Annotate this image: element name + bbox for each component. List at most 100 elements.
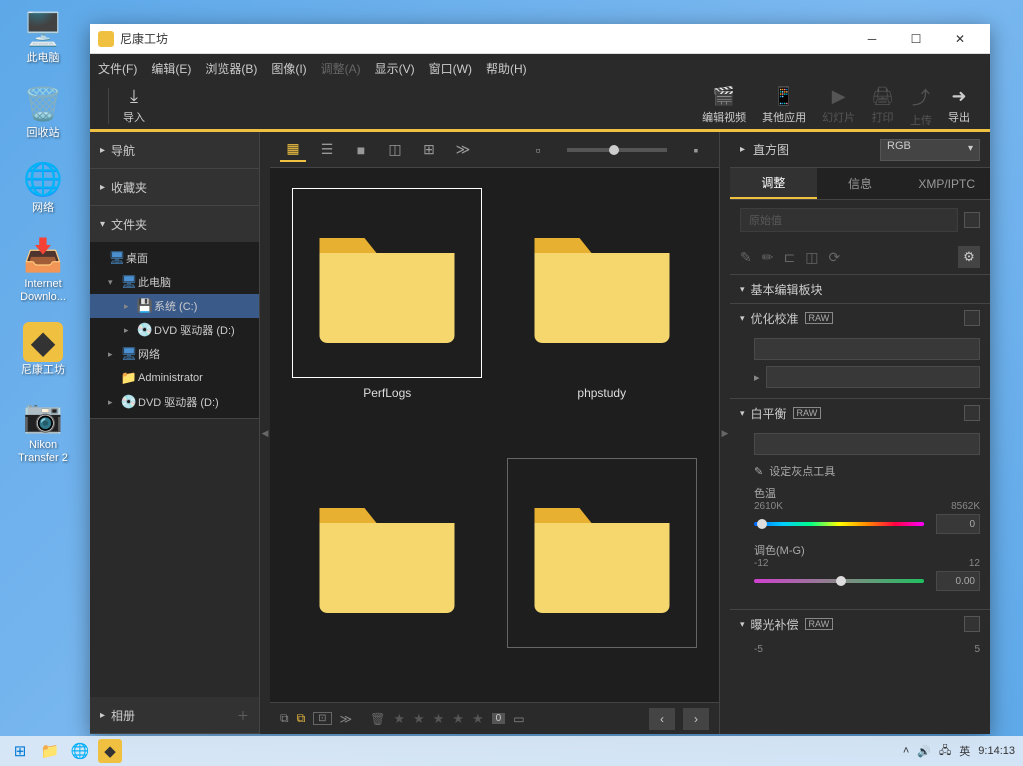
more-views-button[interactable]: ≫	[450, 138, 476, 162]
slideshow-button[interactable]: ▶幻灯片	[814, 84, 863, 127]
slider-handle[interactable]	[836, 576, 846, 586]
print-button[interactable]: 🖨打印	[863, 84, 902, 127]
menu-window[interactable]: 窗口(W)	[429, 60, 472, 77]
exp-checkbox[interactable]	[964, 616, 980, 632]
menu-view[interactable]: 显示(V)	[375, 60, 415, 77]
next-button[interactable]: ›	[683, 708, 709, 730]
desktop-icon-nikon-transfer[interactable]: 📷Nikon Transfer 2	[8, 395, 78, 465]
menu-help[interactable]: 帮助(H)	[486, 60, 527, 77]
stack-icon[interactable]: ⧉	[280, 711, 289, 726]
tint-slider[interactable]	[754, 579, 924, 583]
clock[interactable]: 9:14:13	[978, 745, 1015, 757]
edge-icon[interactable]: 🌐	[68, 739, 92, 763]
maximize-button[interactable]: ☐	[894, 24, 938, 54]
settings-button[interactable]: ⚙	[958, 246, 980, 268]
exposure-header[interactable]: ▾ 曝光补偿 RAW	[730, 610, 990, 638]
tree-desktop[interactable]: 🖥桌面	[90, 246, 259, 270]
expand-icon[interactable]: ▸	[124, 301, 136, 312]
perspective-icon[interactable]: ◫	[805, 249, 818, 266]
expand-icon[interactable]: ▸	[124, 325, 136, 336]
grid-view-button[interactable]: ▦	[280, 138, 306, 162]
tree-network[interactable]: ▸🖥网络	[90, 342, 259, 366]
menu-browser[interactable]: 浏览器(B)	[205, 60, 257, 77]
desktop-icon-network[interactable]: 🌐网络	[8, 158, 78, 215]
more-button[interactable]: ≫	[340, 712, 353, 726]
start-button[interactable]: ⊞	[8, 739, 32, 763]
star-icon[interactable]: ★	[393, 711, 405, 727]
folder-item[interactable]	[505, 458, 700, 688]
gray-point-row[interactable]: ✎设定灰点工具	[754, 463, 980, 479]
original-value-select[interactable]: 原始值	[740, 208, 958, 232]
zoom-out-button[interactable]: ▫	[525, 138, 551, 162]
slider-handle[interactable]	[757, 519, 767, 529]
stack-active-icon[interactable]: ⧉	[297, 711, 306, 726]
nav-header[interactable]: ▸导航	[90, 132, 259, 168]
play-icon[interactable]: ▸	[754, 371, 760, 384]
tray-chevron-icon[interactable]: ˄	[903, 745, 909, 757]
ime-indicator[interactable]: 英	[959, 743, 970, 759]
other-apps-button[interactable]: 📱其他应用	[754, 84, 814, 127]
titlebar[interactable]: 尼康工坊 ─ ☐ ✕	[90, 24, 990, 54]
tree-administrator[interactable]: 📁Administrator	[90, 366, 259, 390]
favorites-header[interactable]: ▸收藏夹	[90, 169, 259, 205]
expand-icon[interactable]: ▾	[108, 277, 120, 288]
folder-perflogs[interactable]: PerfLogs	[290, 188, 485, 418]
single-view-button[interactable]: ■	[348, 138, 374, 162]
menu-edit[interactable]: 编辑(E)	[151, 60, 191, 77]
tab-xmp[interactable]: XMP/IPTC	[903, 168, 990, 199]
tree-drive-c[interactable]: ▸💾系统 (C:)	[90, 294, 259, 318]
zoom-slider[interactable]	[567, 148, 667, 152]
desktop-icon-this-pc[interactable]: 🖥️此电脑	[8, 8, 78, 65]
folders-header[interactable]: ▾文件夹	[90, 206, 259, 242]
albums-header[interactable]: ▸相册＋	[90, 697, 259, 733]
tree-this-pc[interactable]: ▾🖥此电脑	[90, 270, 259, 294]
close-button[interactable]: ✕	[938, 24, 982, 54]
edit-video-button[interactable]: 🎬编辑视频	[694, 84, 754, 127]
basic-edit-header[interactable]: ▾ 基本编辑板块	[730, 275, 990, 303]
label-icon[interactable]: ▭	[513, 712, 524, 726]
opt-cal-checkbox[interactable]	[964, 310, 980, 326]
expand-icon[interactable]: ▸	[108, 349, 120, 360]
trash-icon[interactable]: 🗑	[370, 712, 385, 726]
wb-header[interactable]: ▾ 白平衡 RAW	[730, 399, 990, 427]
right-splitter[interactable]: ▶	[720, 132, 730, 734]
import-button[interactable]: ⤓导入	[115, 84, 153, 127]
folder-item[interactable]	[290, 458, 485, 688]
brush-icon[interactable]: ✏	[762, 249, 774, 266]
star-icon[interactable]: ★	[452, 711, 464, 727]
multi-view-button[interactable]: ⊞	[416, 138, 442, 162]
zoom-in-button[interactable]: ▪	[683, 138, 709, 162]
opt-cal-header[interactable]: ▾ 优化校准 RAW	[730, 304, 990, 332]
compare-view-button[interactable]: ◫	[382, 138, 408, 162]
left-splitter[interactable]: ◀	[260, 132, 270, 734]
export-button[interactable]: ➜导出	[940, 84, 978, 127]
star-icon[interactable]: ★	[472, 711, 484, 727]
desktop-icon-nikon-studio[interactable]: ◆尼康工坊	[8, 322, 78, 377]
wb-select[interactable]	[754, 433, 980, 455]
desktop-icon-idm[interactable]: 📥Internet Downlo...	[8, 234, 78, 304]
menu-image[interactable]: 图像(I)	[271, 60, 306, 77]
opt-cal-select2[interactable]	[766, 366, 980, 388]
desktop-icon-recycle[interactable]: 🗑️回收站	[8, 83, 78, 140]
tab-adjust[interactable]: 调整	[730, 168, 817, 199]
opt-cal-select[interactable]	[754, 338, 980, 360]
menu-file[interactable]: 文件(F)	[98, 60, 137, 77]
minimize-button[interactable]: ─	[850, 24, 894, 54]
tree-dvd-d2[interactable]: ▸💿DVD 驱动器 (D:)	[90, 390, 259, 414]
prev-button[interactable]: ‹	[649, 708, 675, 730]
star-icon[interactable]: ★	[413, 711, 425, 727]
tree-dvd-d[interactable]: ▸💿DVD 驱动器 (D:)	[90, 318, 259, 342]
straighten-icon[interactable]: ⊏	[783, 249, 795, 266]
nikon-taskbar-icon[interactable]: ◆	[98, 739, 122, 763]
folder-phpstudy[interactable]: phpstudy	[505, 188, 700, 418]
wb-checkbox[interactable]	[964, 405, 980, 421]
aspect-button[interactable]: ⊡	[313, 712, 331, 725]
expand-icon[interactable]: ▸	[108, 397, 120, 408]
add-icon[interactable]: ＋	[237, 707, 249, 724]
rotate-icon[interactable]: ⟳	[828, 249, 840, 266]
explorer-icon[interactable]: 📁	[38, 739, 62, 763]
list-view-button[interactable]: ☰	[314, 138, 340, 162]
network-tray-icon[interactable]: 🖧	[939, 742, 951, 761]
crop-icon[interactable]: ✎	[740, 249, 752, 266]
preset-checkbox[interactable]	[964, 212, 980, 228]
